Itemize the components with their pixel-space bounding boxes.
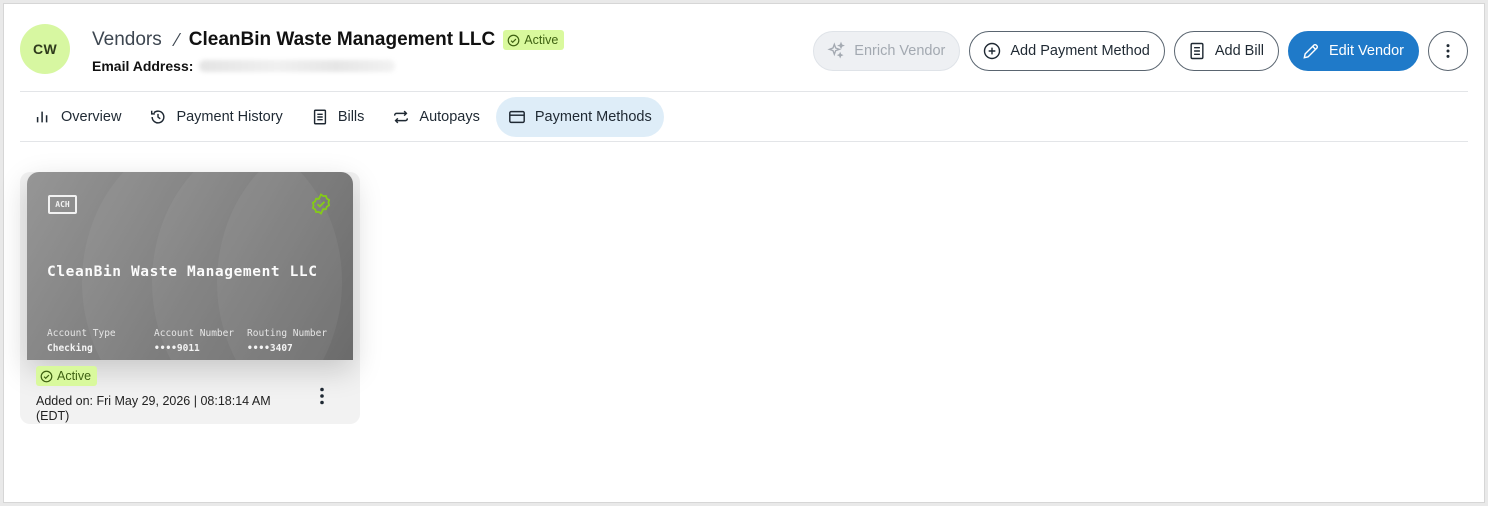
header-actions: Enrich Vendor Add Payment Method Add Bil… — [813, 31, 1468, 71]
account-number-label: Account Number — [154, 328, 235, 339]
enrich-vendor-button[interactable]: Enrich Vendor — [813, 31, 961, 71]
plus-circle-icon — [984, 42, 1001, 60]
payment-method-card: ACH CleanBin Waste Management LLC Accoun… — [20, 172, 360, 424]
payment-method-status-label: Active — [57, 369, 92, 383]
payment-method-status-badge: Active — [36, 366, 98, 386]
account-type-label: Account Type — [47, 328, 116, 339]
tab-payment-methods[interactable]: Payment Methods — [495, 97, 664, 137]
breadcrumb-vendors-link[interactable]: Vendors — [92, 29, 162, 51]
routing-number-label: Routing Number — [247, 328, 328, 339]
document-icon — [313, 109, 326, 125]
header-divider — [20, 91, 1468, 92]
tab-overview[interactable]: Overview — [22, 97, 133, 137]
tab-bills[interactable]: Bills — [299, 97, 377, 137]
check-circle-icon — [40, 370, 53, 382]
email-row: Email Address: — [92, 58, 396, 74]
tab-autopays[interactable]: Autopays — [380, 97, 491, 137]
ach-card-visual[interactable]: ACH CleanBin Waste Management LLC Accoun… — [27, 172, 353, 360]
tab-payment-history[interactable]: Payment History — [137, 97, 294, 137]
account-type-value: Checking — [47, 343, 93, 354]
tabs-divider — [20, 141, 1468, 142]
repeat-icon — [394, 110, 409, 124]
breadcrumb-separator: ⁄ — [175, 29, 179, 50]
account-number-field: Account Number ••••9011 — [154, 328, 234, 354]
sparkles-icon — [827, 41, 846, 59]
vendor-status-badge: Active — [503, 30, 565, 50]
routing-number-value: ••••3407 — [247, 343, 293, 354]
add-bill-label: Add Bill — [1214, 43, 1265, 59]
vendor-status-label: Active — [524, 33, 559, 47]
card-account-name: CleanBin Waste Management LLC — [47, 264, 318, 280]
account-type-field: Account Type Checking — [47, 328, 116, 354]
tab-payment-history-label: Payment History — [176, 109, 283, 125]
added-on-timestamp: Added on: Fri May 29, 2026 | 08:18:14 AM… — [36, 394, 271, 423]
add-bill-button[interactable]: Add Bill — [1173, 31, 1280, 71]
check-circle-icon — [507, 34, 520, 46]
document-icon — [1190, 42, 1204, 60]
email-label: Email Address: — [92, 58, 194, 74]
tab-bills-label: Bills — [337, 109, 365, 125]
page-title: CleanBin Waste Management LLC — [188, 29, 496, 50]
vendor-tabs: Overview Payment History Bills Autopays … — [22, 97, 664, 137]
verified-badge-icon — [311, 193, 331, 215]
vendor-detail-panel: CW Vendors ⁄ CleanBin Waste Management L… — [3, 3, 1485, 503]
credit-card-icon — [508, 110, 525, 124]
account-number-value: ••••9011 — [154, 343, 200, 354]
edit-vendor-label: Edit Vendor — [1329, 43, 1404, 59]
tab-overview-label: Overview — [61, 109, 122, 125]
ach-icon: ACH — [48, 195, 77, 214]
vendor-avatar: CW — [20, 24, 70, 74]
pencil-icon — [1303, 43, 1319, 59]
bar-chart-icon — [36, 111, 48, 123]
breadcrumb: Vendors ⁄ CleanBin Waste Management LLC … — [92, 28, 565, 52]
more-options-button[interactable] — [1428, 31, 1468, 71]
tab-autopays-label: Autopays — [419, 109, 480, 125]
edit-vendor-button[interactable]: Edit Vendor — [1288, 31, 1419, 71]
add-payment-method-button[interactable]: Add Payment Method — [969, 31, 1165, 71]
routing-number-field: Routing Number ••••3407 — [247, 328, 327, 354]
enrich-vendor-label: Enrich Vendor — [854, 43, 946, 59]
add-payment-method-label: Add Payment Method — [1010, 43, 1150, 59]
email-value-redacted — [199, 60, 396, 72]
tab-payment-methods-label: Payment Methods — [534, 109, 652, 125]
payment-method-menu-icon[interactable] — [310, 384, 334, 408]
history-icon — [151, 110, 165, 124]
more-vertical-icon — [1446, 44, 1450, 58]
